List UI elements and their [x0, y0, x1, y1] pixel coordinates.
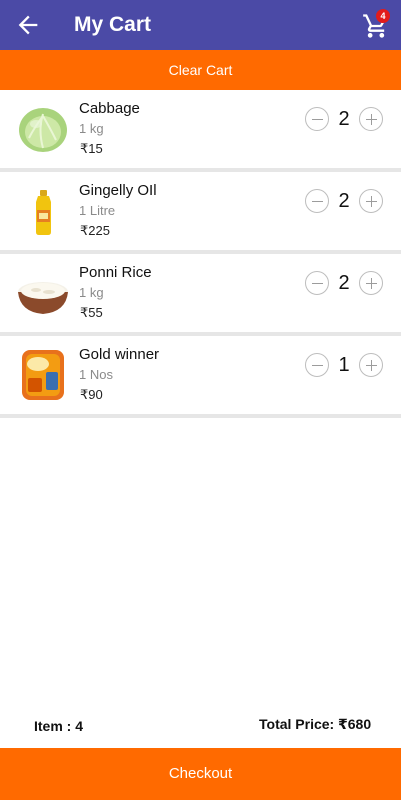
- increase-quantity-button[interactable]: [359, 189, 383, 213]
- decrease-quantity-button[interactable]: [305, 107, 329, 131]
- total-price-label: Total Price:: [259, 716, 335, 732]
- cart-count-badge: 4: [376, 9, 390, 23]
- item-price: ₹15: [80, 141, 103, 156]
- item-name: Gingelly OIl: [79, 182, 157, 199]
- clear-cart-button[interactable]: Clear Cart: [0, 50, 401, 90]
- decrease-quantity-button[interactable]: [305, 189, 329, 213]
- decrease-quantity-button[interactable]: [305, 271, 329, 295]
- item-quantity: 2: [338, 190, 350, 212]
- gold-winner-pack-image: [22, 350, 64, 400]
- increase-quantity-button[interactable]: [359, 107, 383, 131]
- page-title: My Cart: [74, 13, 152, 36]
- arrow-left-icon[interactable]: [14, 11, 42, 39]
- cabbage-image: [19, 108, 67, 152]
- item-price: ₹55: [80, 305, 103, 320]
- cart-item-row: Cabbage 1 kg ₹15 2: [0, 90, 401, 168]
- item-name: Cabbage: [79, 100, 140, 117]
- cart-item-row: Gold winner 1 Nos ₹90 1: [0, 336, 401, 414]
- item-unit: 1 kg: [79, 121, 104, 136]
- item-quantity: 1: [338, 354, 350, 376]
- cart-item-list: Cabbage 1 kg ₹15 2 Gingelly OIl 1 Litre …: [0, 90, 401, 418]
- cart-item-row: Ponni Rice 1 kg ₹55 2: [0, 254, 401, 332]
- rice-bowl-image: [18, 282, 68, 314]
- checkout-button[interactable]: Checkout: [0, 748, 401, 800]
- cart-summary: Item : 4 Total Price: ₹680: [0, 710, 401, 740]
- row-divider: [0, 414, 401, 418]
- item-quantity: 2: [338, 272, 350, 294]
- oil-bottle-image: [36, 190, 51, 235]
- item-unit: 1 Nos: [79, 367, 113, 382]
- increase-quantity-button[interactable]: [359, 353, 383, 377]
- item-price: ₹90: [80, 387, 103, 402]
- item-name: Gold winner: [79, 346, 160, 363]
- item-price: ₹225: [80, 223, 110, 238]
- item-name: Ponni Rice: [79, 264, 152, 281]
- item-unit: 1 kg: [79, 285, 104, 300]
- item-unit: 1 Litre: [79, 203, 116, 218]
- total-price-value: ₹680: [338, 716, 372, 732]
- item-quantity: 2: [338, 108, 350, 130]
- decrease-quantity-button[interactable]: [305, 353, 329, 377]
- item-count: Item : 4: [34, 718, 84, 734]
- increase-quantity-button[interactable]: [359, 271, 383, 295]
- cart-item-row: Gingelly OIl 1 Litre ₹225 2: [0, 172, 401, 250]
- app-bar: My Cart 4: [0, 0, 401, 50]
